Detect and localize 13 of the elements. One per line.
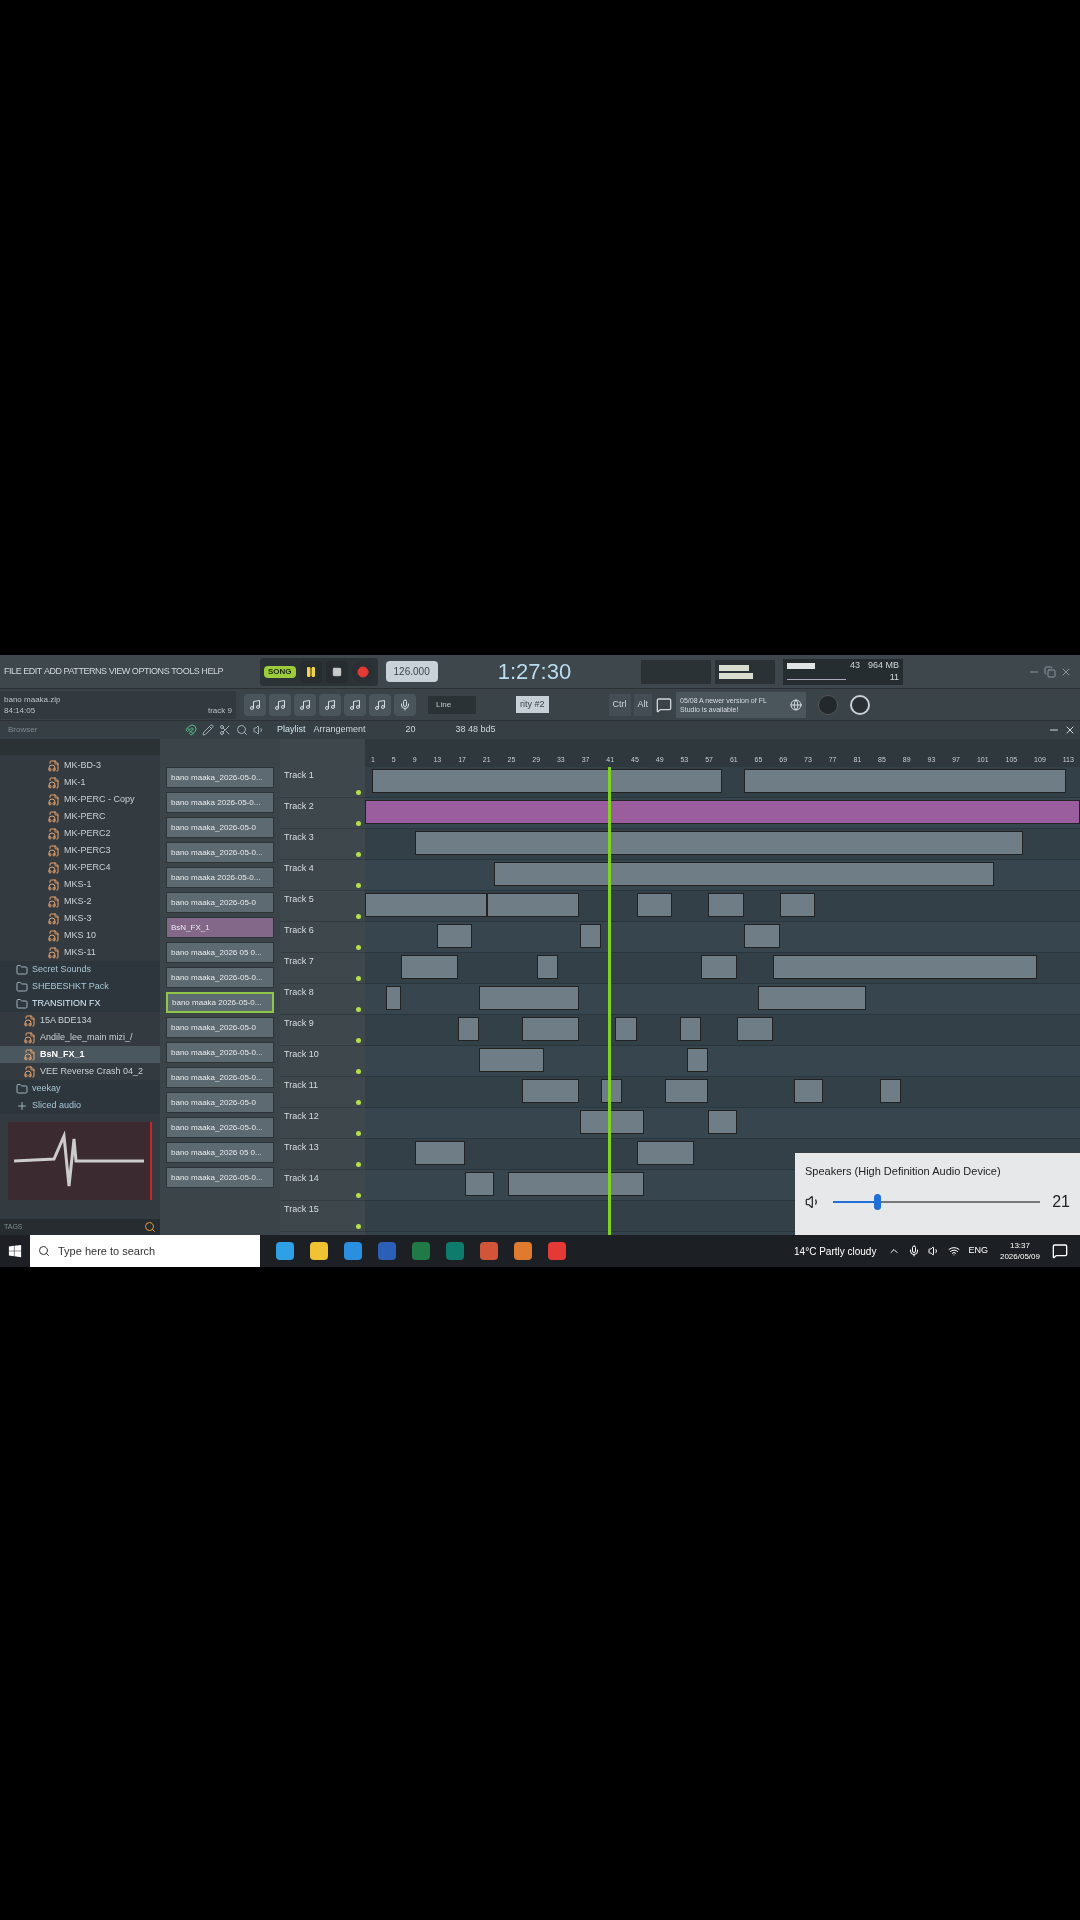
- cpu-reading: 43: [850, 658, 861, 671]
- current-clip-label: 38 48 bd5: [455, 723, 496, 737]
- browser-title: Browser: [8, 724, 38, 736]
- audio-device-name: Speakers (High Definition Audio Device): [805, 1164, 1002, 1179]
- hint-file-name: bano maaka.zip: [4, 693, 62, 705]
- hint-target: track 9: [208, 704, 232, 716]
- memory-reading: 964 MB: [868, 658, 900, 671]
- polyphony-reading: 11: [889, 670, 900, 683]
- hint-time: 84:14:05: [4, 704, 36, 716]
- volume-reading: 21: [1052, 1191, 1070, 1212]
- song-time-display: 1:27:30: [497, 658, 572, 686]
- playlist-position: 20: [405, 723, 416, 737]
- playlist-title: Playlist: [277, 723, 306, 737]
